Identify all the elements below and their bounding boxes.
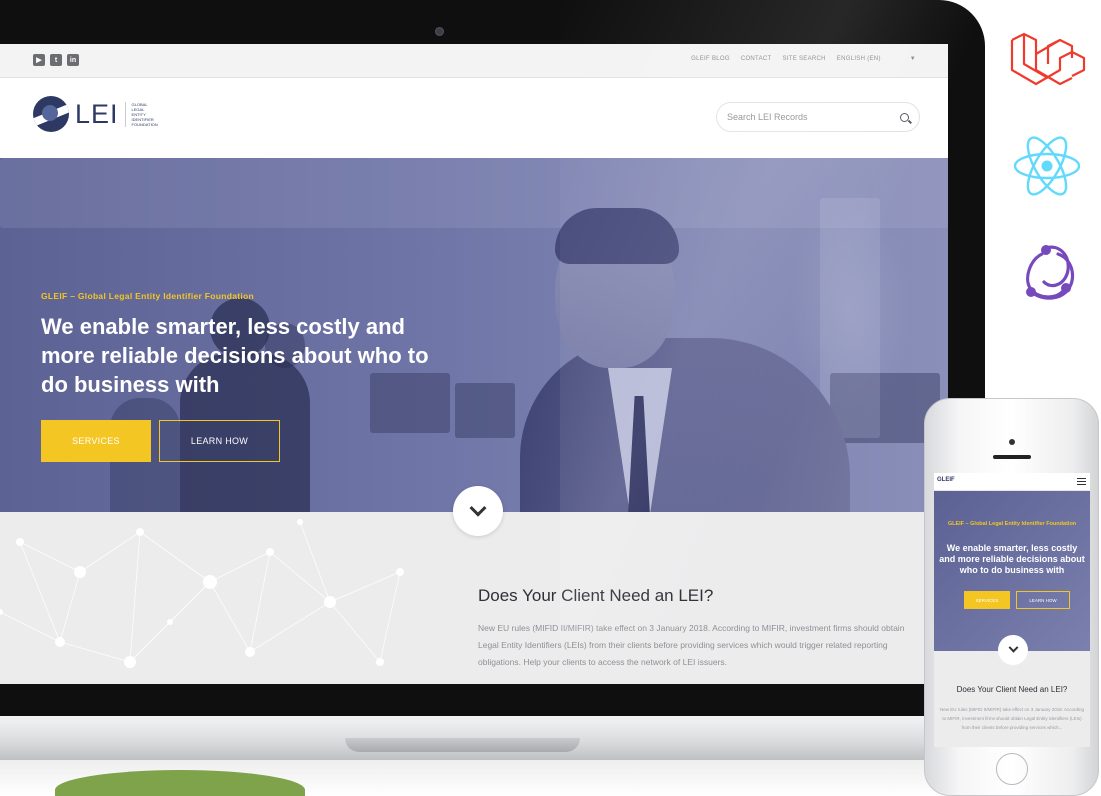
webcam [435,27,444,36]
mobile-logo[interactable]: GLEIF [937,477,955,483]
phone-frame: GLEIF GLEIF – Global Legal Entity Identi… [924,398,1099,796]
mobile-section-body: New EU rules (MIFID II/MIFIR) take effec… [940,707,1084,730]
scroll-down-button[interactable] [453,486,503,536]
search-input[interactable] [727,112,887,122]
chevron-down-icon[interactable]: ▼ [910,56,916,62]
hero-headline: We enable smarter, less costly and more … [41,314,429,397]
contact-link[interactable]: CONTACT [741,56,772,62]
phone-speaker [993,455,1031,459]
hero-kicker: GLEIF – Global Legal Entity Identifier F… [41,291,255,301]
utility-bar: ▶ t in GLEIF BLOG CONTACT SITE SEARCH EN… [0,44,948,78]
section-body: New EU rules (MIFID II/MIFIR) take effec… [478,623,905,667]
lei-info-section: Does Your Client Need an LEI? New EU rul… [0,512,948,684]
laptop-screen: ▶ t in GLEIF BLOG CONTACT SITE SEARCH EN… [0,44,948,684]
social-links: ▶ t in [33,54,79,66]
chevron-down-icon [469,499,487,517]
logo-wordmark: LEI [75,98,119,129]
site-logo[interactable]: LEI Global Legal Entity Identifier Found… [33,96,158,132]
site-search-link[interactable]: SITE SEARCH [782,56,825,62]
search-icon[interactable] [900,112,909,122]
chevron-down-icon [1008,642,1018,653]
react-icon [1013,136,1081,196]
mobile-learn-how-button[interactable]: LEARN HOW [1016,591,1070,609]
mobile-info-section: Does Your Client Need an LEI? New EU rul… [934,651,1090,747]
twitter-icon[interactable]: t [50,54,62,66]
lei-search [716,102,920,132]
network-pattern [0,519,404,668]
learn-how-button[interactable]: LEARN HOW [159,420,280,462]
mobile-section-title: Does Your Client Need an LEI? [956,685,1068,694]
mobile-hero-headline: We enable smarter, less costly and more … [939,543,1085,575]
mobile-hero: GLEIF – Global Legal Entity Identifier F… [934,491,1090,651]
laptop-hinge [345,738,580,752]
site-header: LEI Global Legal Entity Identifier Found… [0,78,948,158]
redux-icon [1026,245,1075,300]
services-button[interactable]: SERVICES [41,420,151,462]
laravel-icon [1010,32,1086,86]
phone-home-button [996,753,1028,785]
logo-tagline: Global Legal Entity Identifier Foundatio… [124,101,158,127]
youtube-icon[interactable]: ▶ [33,54,45,66]
mobile-scroll-down-button[interactable] [998,635,1028,665]
hero-banner: GLEIF – Global Legal Entity Identifier F… [0,158,948,512]
phone-screen: GLEIF GLEIF – Global Legal Entity Identi… [934,473,1090,747]
linkedin-icon[interactable]: in [67,54,79,66]
hamburger-menu-icon[interactable] [1077,478,1086,485]
language-select[interactable]: ENGLISH (EN) [837,56,881,62]
section-title: Does Your Client Need an LEI? [478,586,714,605]
mobile-services-button[interactable]: SERVICES [964,591,1010,609]
globe-icon [33,96,69,132]
utility-links: GLEIF BLOG CONTACT SITE SEARCH ENGLISH (… [691,56,916,62]
blog-link[interactable]: GLEIF BLOG [691,56,730,62]
phone-camera [1009,439,1015,445]
mobile-header: GLEIF [934,473,1090,491]
mobile-hero-kicker: GLEIF – Global Legal Entity Identifier F… [947,521,1077,527]
